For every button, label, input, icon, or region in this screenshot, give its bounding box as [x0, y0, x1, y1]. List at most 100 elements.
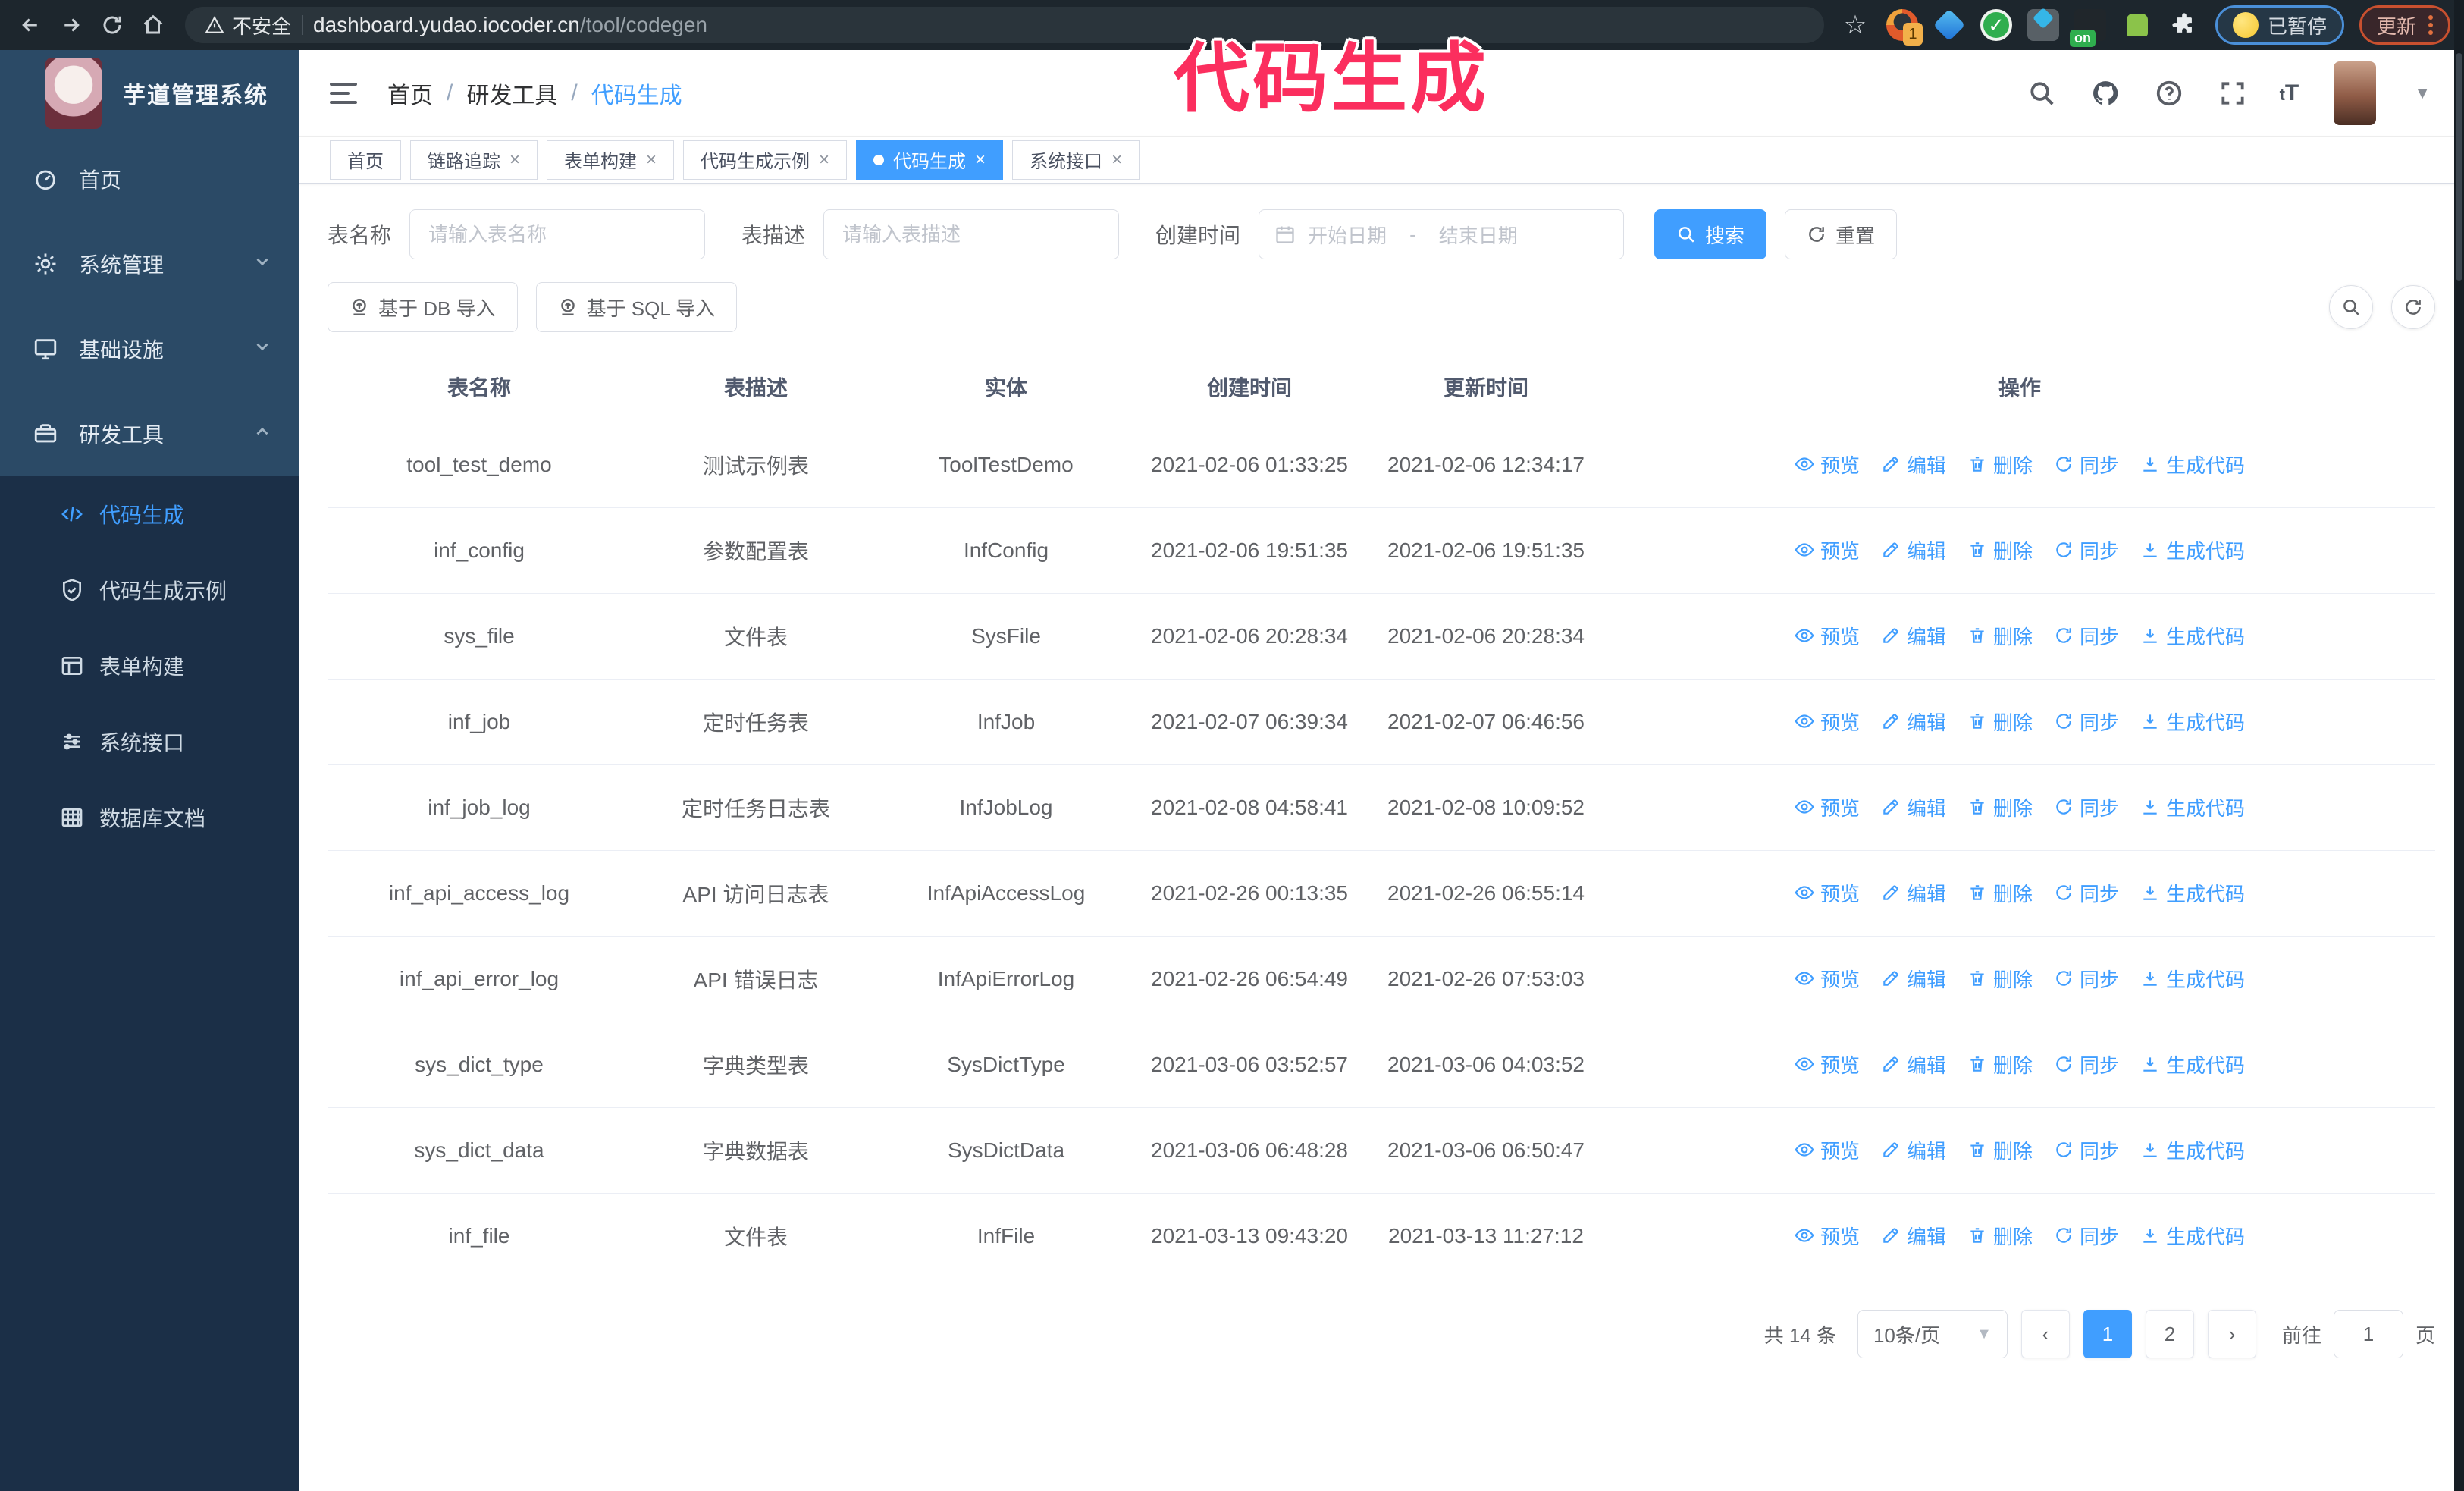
- refresh-table-button[interactable]: [2391, 285, 2435, 329]
- generate-link[interactable]: 生成代码: [2140, 1222, 2245, 1250]
- address-bar[interactable]: 不安全 dashboard.yudao.iocoder.cn/tool/code…: [185, 7, 1824, 43]
- search-icon[interactable]: [2025, 77, 2058, 110]
- import-sql-button[interactable]: 基于 SQL 导入: [535, 282, 738, 332]
- close-icon[interactable]: ×: [646, 149, 657, 171]
- extension-icon[interactable]: on: [2069, 9, 2106, 47]
- sidebar-item-home[interactable]: 首页: [0, 137, 299, 221]
- not-secure-warning-icon[interactable]: 不安全: [205, 11, 291, 39]
- sync-link[interactable]: 同步: [2054, 1222, 2119, 1250]
- table-desc-input[interactable]: [823, 209, 1120, 259]
- url-text[interactable]: dashboard.yudao.iocoder.cn/tool/codegen: [313, 13, 707, 37]
- preview-link[interactable]: 预览: [1795, 622, 1860, 650]
- preview-link[interactable]: 预览: [1795, 536, 1860, 564]
- user-avatar[interactable]: [2334, 61, 2377, 125]
- close-icon[interactable]: ×: [819, 149, 829, 171]
- profile-chip[interactable]: 已暂停: [2215, 5, 2344, 45]
- sidebar-subitem-system-api[interactable]: 系统接口: [0, 704, 299, 780]
- extension-icon[interactable]: ✓: [1980, 9, 2012, 41]
- generate-link[interactable]: 生成代码: [2140, 965, 2245, 993]
- delete-link[interactable]: 删除: [1967, 536, 2033, 564]
- delete-link[interactable]: 删除: [1967, 879, 2033, 907]
- goto-page-input[interactable]: [2333, 1310, 2403, 1358]
- breadcrumb-item[interactable]: 首页: [387, 77, 433, 110]
- sidebar-subitem-form-builder[interactable]: 表单构建: [0, 628, 299, 704]
- sidebar-item-dev-tools[interactable]: 研发工具: [0, 391, 299, 476]
- preview-link[interactable]: 预览: [1795, 1050, 1860, 1078]
- kebab-menu-icon[interactable]: [2428, 15, 2433, 35]
- sync-link[interactable]: 同步: [2054, 1136, 2119, 1164]
- sync-link[interactable]: 同步: [2054, 965, 2119, 993]
- tag-system-api[interactable]: 系统接口 ×: [1012, 140, 1140, 180]
- edit-link[interactable]: 编辑: [1881, 793, 1946, 821]
- edit-link[interactable]: 编辑: [1881, 965, 1946, 993]
- delete-link[interactable]: 删除: [1967, 708, 2033, 736]
- bookmark-star-icon[interactable]: ☆: [1839, 9, 1871, 41]
- import-db-button[interactable]: 基于 DB 导入: [328, 282, 518, 332]
- reload-icon[interactable]: [96, 8, 129, 42]
- prev-page-button[interactable]: ‹: [2020, 1310, 2070, 1358]
- delete-link[interactable]: 删除: [1967, 1136, 2033, 1164]
- preview-link[interactable]: 预览: [1795, 793, 1860, 821]
- generate-link[interactable]: 生成代码: [2140, 1136, 2245, 1164]
- edit-link[interactable]: 编辑: [1881, 1222, 1946, 1250]
- sync-link[interactable]: 同步: [2054, 793, 2119, 821]
- sidebar-subitem-codegen-example[interactable]: 代码生成示例: [0, 552, 299, 628]
- search-button[interactable]: 搜索: [1654, 209, 1767, 259]
- extension-icon[interactable]: 1: [1886, 9, 1923, 46]
- tag-tracing[interactable]: 链路追踪 ×: [410, 140, 538, 180]
- delete-link[interactable]: 删除: [1967, 793, 2033, 821]
- sync-link[interactable]: 同步: [2054, 708, 2119, 736]
- preview-link[interactable]: 预览: [1795, 965, 1860, 993]
- generate-link[interactable]: 生成代码: [2140, 622, 2245, 650]
- fullscreen-icon[interactable]: [2216, 77, 2249, 110]
- sync-link[interactable]: 同步: [2054, 1050, 2119, 1078]
- delete-link[interactable]: 删除: [1967, 1222, 2033, 1250]
- tag-codegen-active[interactable]: 代码生成 ×: [856, 140, 1004, 180]
- github-icon[interactable]: [2089, 77, 2122, 110]
- sidebar-collapse-icon[interactable]: [330, 77, 363, 110]
- sidebar-item-system[interactable]: 系统管理: [0, 221, 299, 306]
- generate-link[interactable]: 生成代码: [2140, 879, 2245, 907]
- generate-link[interactable]: 生成代码: [2140, 708, 2245, 736]
- page-button-1[interactable]: 1: [2083, 1310, 2132, 1358]
- delete-link[interactable]: 删除: [1967, 450, 2033, 479]
- close-icon[interactable]: ×: [509, 149, 520, 171]
- next-page-button[interactable]: ›: [2207, 1310, 2256, 1358]
- forward-icon[interactable]: [55, 8, 88, 42]
- generate-link[interactable]: 生成代码: [2140, 1050, 2245, 1078]
- preview-link[interactable]: 预览: [1795, 1136, 1860, 1164]
- sync-link[interactable]: 同步: [2054, 622, 2119, 650]
- table-name-input[interactable]: [409, 209, 706, 259]
- generate-link[interactable]: 生成代码: [2140, 793, 2245, 821]
- tag-codegen-example[interactable]: 代码生成示例 ×: [683, 140, 848, 180]
- edit-link[interactable]: 编辑: [1881, 450, 1946, 479]
- edit-link[interactable]: 编辑: [1881, 879, 1946, 907]
- preview-link[interactable]: 预览: [1795, 879, 1860, 907]
- scrollbar-thumb[interactable]: [2456, 53, 2462, 281]
- tag-form-builder[interactable]: 表单构建 ×: [547, 140, 675, 180]
- puzzle-extensions-icon[interactable]: [2168, 9, 2200, 41]
- preview-link[interactable]: 预览: [1795, 708, 1860, 736]
- close-icon[interactable]: ×: [975, 149, 986, 171]
- browser-scrollbar[interactable]: [2454, 0, 2464, 1491]
- toggle-search-button[interactable]: [2329, 285, 2373, 329]
- update-button[interactable]: 更新: [2359, 5, 2450, 45]
- sidebar-item-infrastructure[interactable]: 基础设施: [0, 306, 299, 391]
- delete-link[interactable]: 删除: [1967, 1050, 2033, 1078]
- help-icon[interactable]: [2152, 77, 2186, 110]
- edit-link[interactable]: 编辑: [1881, 1050, 1946, 1078]
- generate-link[interactable]: 生成代码: [2140, 450, 2245, 479]
- generate-link[interactable]: 生成代码: [2140, 536, 2245, 564]
- extension-icon[interactable]: [2027, 9, 2059, 41]
- sync-link[interactable]: 同步: [2054, 450, 2119, 479]
- extension-icon[interactable]: [1933, 8, 1966, 42]
- edit-link[interactable]: 编辑: [1881, 1136, 1946, 1164]
- preview-link[interactable]: 预览: [1795, 450, 1860, 479]
- reset-button[interactable]: 重置: [1785, 209, 1898, 259]
- page-button-2[interactable]: 2: [2145, 1310, 2194, 1358]
- delete-link[interactable]: 删除: [1967, 622, 2033, 650]
- page-size-select[interactable]: 10条/页 ▼: [1857, 1310, 2008, 1358]
- extension-icon[interactable]: [2121, 9, 2153, 41]
- preview-link[interactable]: 预览: [1795, 1222, 1860, 1250]
- tag-home[interactable]: 首页: [330, 140, 401, 180]
